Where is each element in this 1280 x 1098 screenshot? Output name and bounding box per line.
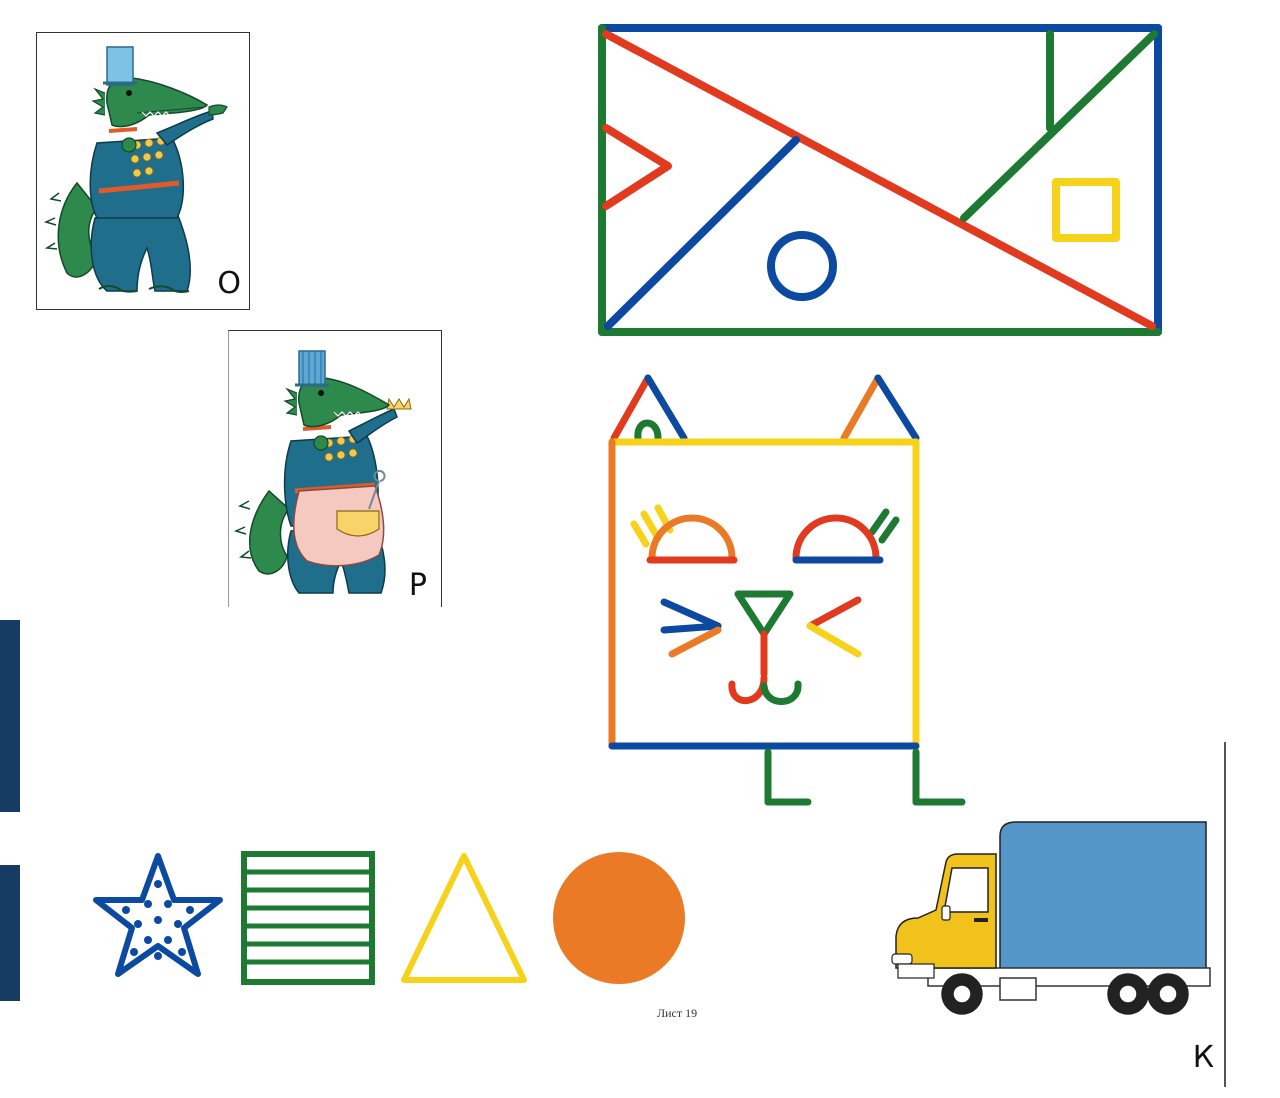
triangle-icon <box>401 853 527 983</box>
letter-card-o: О <box>36 32 250 310</box>
left-edge-bar-bottom <box>0 865 20 1001</box>
geometric-rectangle-figure <box>598 24 1162 336</box>
letter-card-r: Р <box>228 330 442 607</box>
card-letter-r: Р <box>408 568 427 603</box>
crocodile-with-apron-icon <box>233 350 412 594</box>
sheet-label: Лист 19 <box>657 1006 698 1020</box>
card-letter-k: К <box>1192 1040 1214 1075</box>
card-letter-o: О <box>217 266 241 301</box>
left-edge-bar-top <box>0 620 20 812</box>
striped-square-icon <box>241 851 375 985</box>
truck-icon <box>891 821 1211 1015</box>
circle-icon <box>553 852 685 984</box>
star-icon <box>93 853 223 977</box>
truck-card: К <box>884 742 1226 1087</box>
